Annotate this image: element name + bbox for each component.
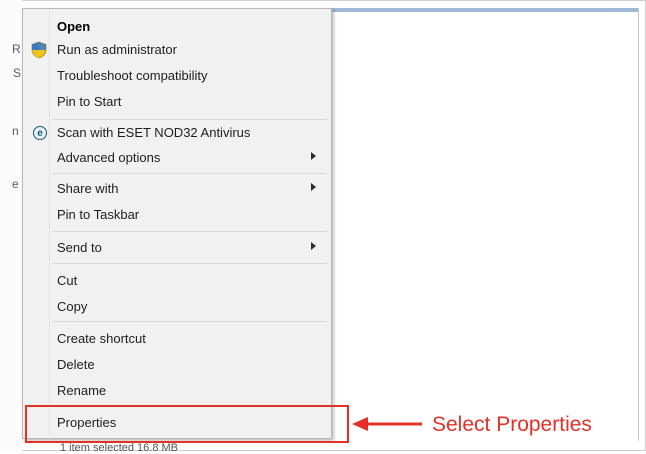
menu-item-label: Rename	[57, 383, 107, 398]
menu-item-label: Delete	[57, 357, 95, 372]
menu-item-label: Open	[57, 19, 91, 34]
status-bar-text: 1 item selected 16.8 MB	[60, 442, 179, 454]
background-fragment: S	[13, 66, 22, 80]
menu-item-label: Cut	[57, 273, 78, 288]
menu-item-cut[interactable]: Cut	[25, 268, 329, 294]
menu-item-create-shortcut[interactable]: Create shortcut	[25, 326, 329, 352]
menu-item-label: Pin to Taskbar	[57, 207, 140, 222]
menu-item-run-as-administrator[interactable]: Run as administrator	[25, 37, 329, 63]
background-fragment: e	[12, 177, 19, 191]
menu-item-label: Create shortcut	[57, 331, 146, 346]
menu-item-pin-to-start[interactable]: Pin to Start	[25, 89, 329, 115]
menu-item-label: Scan with ESET NOD32 Antivirus	[57, 125, 251, 140]
menu-item-pin-to-taskbar[interactable]: Pin to Taskbar	[25, 202, 329, 228]
menu-item-label: Copy	[57, 299, 88, 314]
submenu-arrow-icon	[311, 242, 316, 250]
menu-separator	[53, 263, 327, 264]
explorer-window-title-bar	[322, 8, 638, 12]
menu-item-label: Pin to Start	[57, 94, 122, 109]
background-fragment: R	[12, 42, 21, 56]
callout-arrow-icon	[352, 417, 422, 431]
menu-item-scan-with-eset[interactable]: e Scan with ESET NOD32 Antivirus	[25, 120, 329, 146]
menu-item-rename[interactable]: Rename	[25, 378, 329, 404]
explorer-window-edge	[638, 8, 639, 441]
menu-item-send-to[interactable]: Send to	[25, 235, 329, 261]
menu-item-share-with[interactable]: Share with	[25, 176, 329, 202]
eset-icon: e	[33, 126, 47, 140]
menu-item-label: Send to	[57, 240, 102, 255]
menu-separator	[53, 173, 327, 174]
background-fragment: n	[12, 124, 19, 138]
menu-item-label: Advanced options	[57, 150, 161, 165]
menu-item-troubleshoot-compatibility[interactable]: Troubleshoot compatibility	[25, 63, 329, 89]
menu-item-delete[interactable]: Delete	[25, 352, 329, 378]
menu-item-label: Run as administrator	[57, 42, 177, 57]
menu-item-copy[interactable]: Copy	[25, 294, 329, 320]
callout-label: Select Properties	[432, 413, 592, 436]
menu-item-label: Troubleshoot compatibility	[57, 68, 208, 83]
menu-separator	[53, 321, 327, 322]
submenu-arrow-icon	[311, 183, 316, 191]
submenu-arrow-icon	[311, 152, 316, 160]
menu-item-advanced-options[interactable]: Advanced options	[25, 145, 329, 171]
properties-highlight-box	[25, 405, 349, 443]
context-menu: Open Run as administrator Troubleshoot c…	[22, 8, 332, 439]
menu-separator	[53, 231, 327, 232]
uac-shield-icon	[31, 41, 47, 59]
menu-item-label: Share with	[57, 181, 119, 196]
